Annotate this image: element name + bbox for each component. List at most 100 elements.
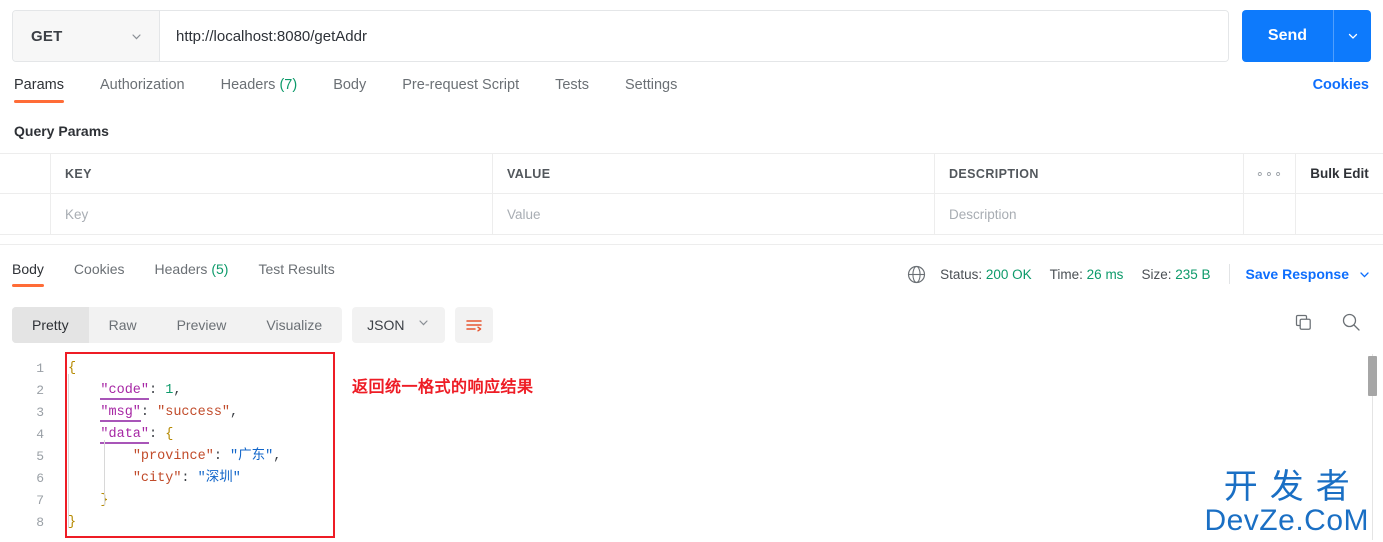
copy-icon[interactable] [1294,313,1313,332]
response-separator [0,244,1383,245]
format-dropdown[interactable]: JSON [352,307,445,343]
status-badge: Status: 200 OK [940,266,1032,282]
tab-headers[interactable]: Headers (7) [221,74,298,105]
line-number: 5 [36,449,44,464]
postman-window: GET http://localhost:8080/getAddr Send P… [0,0,1383,542]
http-method-label: GET [31,27,63,45]
view-mode-visualize[interactable]: Visualize [246,307,342,343]
save-response-button[interactable]: Save Response [1246,266,1350,282]
code-token: "深圳" [197,471,241,486]
annotation-label: 返回统一格式的响应结果 [352,379,534,396]
url-input[interactable]: http://localhost:8080/getAddr [160,11,1228,61]
header-key: KEY [51,154,493,193]
send-options-button[interactable] [1333,10,1371,62]
code-token: : [213,449,231,464]
code-token: { [165,427,174,442]
line-number: 3 [36,405,44,420]
response-tab-test-results[interactable]: Test Results [258,258,334,289]
globe-icon [907,265,926,284]
response-tab-cookies[interactable]: Cookies [74,258,125,289]
line-number-gutter: 1 2 3 4 5 6 7 8 [0,352,58,534]
key-input[interactable]: Key [51,194,493,234]
line-number: 2 [36,383,44,398]
query-params-table: KEY VALUE DESCRIPTION ∘∘∘ Bulk Edit Key … [0,153,1383,235]
header-description: DESCRIPTION [935,154,1244,193]
request-bar: GET http://localhost:8080/getAddr Send [0,10,1383,62]
response-action-icons [1294,312,1361,332]
tab-pre-request-script[interactable]: Pre-request Script [402,74,519,105]
indent-guide [104,440,105,506]
chevron-down-icon [417,316,430,334]
line-number: 7 [36,493,44,508]
view-mode-pretty[interactable]: Pretty [12,307,89,343]
table-row: Key Value Description [0,194,1383,235]
line-number: 4 [36,427,44,442]
http-method-dropdown[interactable]: GET [13,11,160,61]
json-code[interactable]: { "code": 1, "msg": "success", "data": {… [68,352,281,534]
format-label: JSON [367,317,405,333]
view-mode-segment: Pretty Raw Preview Visualize [12,307,343,343]
wrap-lines-icon[interactable] [454,307,493,343]
code-line: { [68,358,281,380]
line-number: 6 [36,471,44,486]
line-number: 8 [36,515,44,530]
code-token: { [68,361,77,376]
tab-tests[interactable]: Tests [555,74,589,105]
code-line: "city": "深圳" [68,468,281,490]
table-header-row: KEY VALUE DESCRIPTION ∘∘∘ Bulk Edit [0,153,1383,194]
view-mode-preview[interactable]: Preview [157,307,247,343]
header-checkbox-cell [0,154,51,193]
code-token: "city" [132,471,182,486]
send-button-group: Send [1241,10,1371,62]
description-input[interactable]: Description [935,194,1244,234]
code-token: "广东" [230,449,274,464]
response-meta: Status: 200 OK Time: 26 ms Size: 235 B S… [907,264,1371,284]
code-line: } [68,512,281,534]
code-token: : [140,405,158,420]
search-icon[interactable] [1341,312,1361,332]
chevron-down-icon [1348,33,1357,39]
code-line: "msg": "success", [68,402,281,424]
save-response-caret-icon[interactable] [1358,268,1371,281]
send-button[interactable]: Send [1242,10,1333,62]
code-token: : [149,383,166,398]
tab-params[interactable]: Params [14,74,64,105]
code-token: "data" [100,427,150,444]
tab-body[interactable]: Body [333,74,366,105]
code-token: "msg" [100,405,141,422]
tab-settings[interactable]: Settings [625,74,677,105]
json-response-viewer[interactable]: 1 2 3 4 5 6 7 8 { "code": 1, "msg": "success", … [0,352,1383,542]
size-badge: Size: 235 B [1141,266,1211,282]
time-badge: Time: 26 ms [1049,266,1124,282]
cookies-link[interactable]: Cookies [1313,74,1369,93]
scrollbar-thumb[interactable] [1368,356,1377,396]
response-tab-body[interactable]: Body [12,258,44,289]
code-token: : [181,471,198,486]
code-line: "data": { [68,424,281,446]
code-token: , [230,405,239,420]
response-tab-headers[interactable]: Headers (5) [155,258,229,289]
url-bar: GET http://localhost:8080/getAddr [12,10,1229,62]
code-line: "code": 1, [68,380,281,402]
view-mode-raw[interactable]: Raw [89,307,157,343]
request-tabs: Params Authorization Headers (7) Body Pr… [0,74,1383,110]
response-view-toolbar: Pretty Raw Preview Visualize JSON [12,307,493,343]
bulk-edit-button[interactable]: Bulk Edit [1296,154,1383,193]
code-token: "code" [100,383,150,400]
code-line: "province": "广东", [68,446,282,468]
code-token: : [149,427,166,442]
indent-guide [68,374,69,528]
code-token: , [273,449,282,464]
row-checkbox-cell[interactable] [0,194,51,234]
query-params-title: Query Params [14,123,109,139]
tab-authorization[interactable]: Authorization [100,74,185,105]
value-input[interactable]: Value [493,194,935,234]
header-value: VALUE [493,154,935,193]
more-options-icon[interactable]: ∘∘∘ [1244,154,1296,193]
